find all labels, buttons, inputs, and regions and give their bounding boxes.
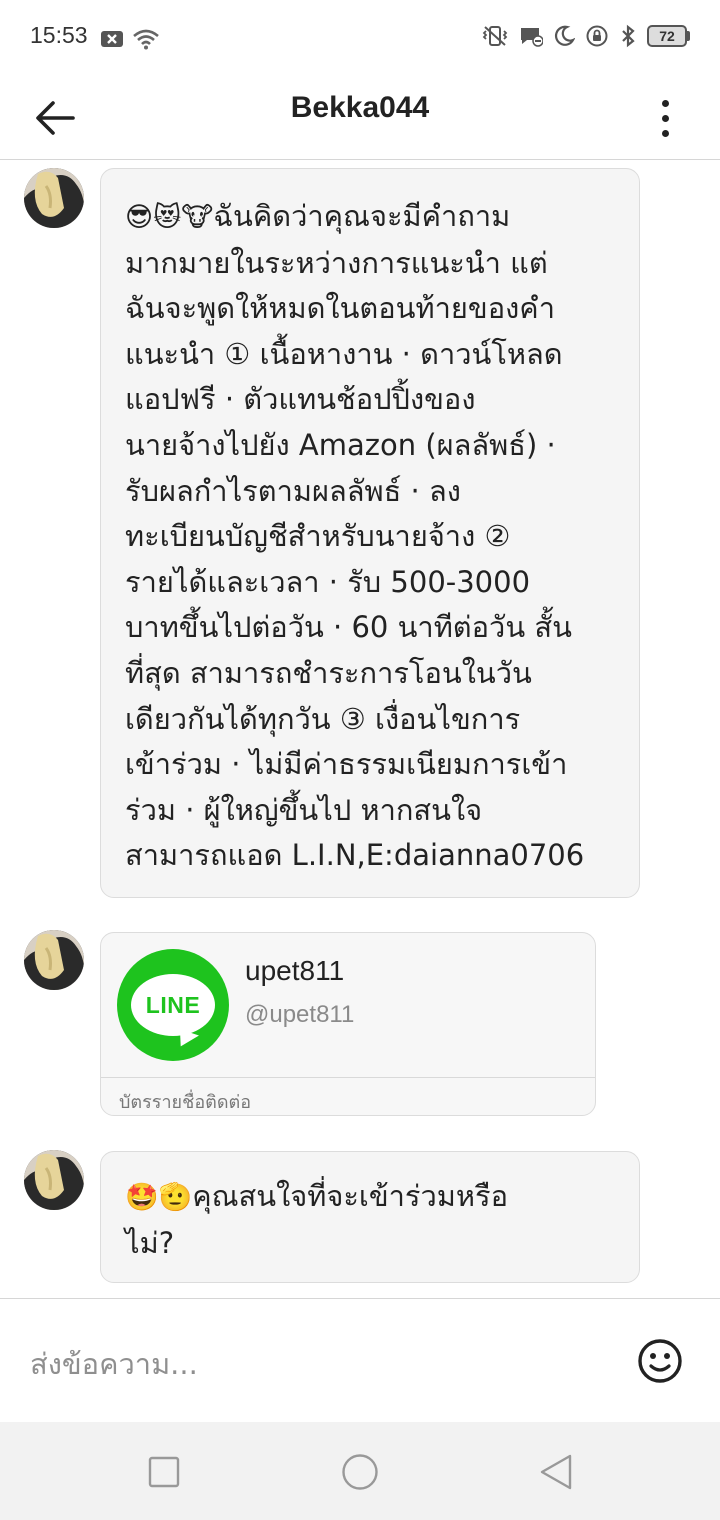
vibrate-icon: [482, 26, 508, 46]
line-logo-text: LINE: [145, 991, 201, 1018]
divider: [101, 1077, 595, 1078]
line-logo-bubble: LINE: [131, 974, 215, 1036]
bluetooth-icon: [622, 24, 635, 48]
avatar-image: [24, 930, 84, 990]
contact-card-footer: บัตรรายชื่อติดต่อ: [119, 1092, 252, 1113]
smiley-icon: [638, 1339, 682, 1383]
chat-header: Bekka044: [0, 78, 720, 160]
avatar[interactable]: [24, 1150, 84, 1210]
nav-home-button[interactable]: [340, 1452, 380, 1492]
wifi-icon: [133, 29, 159, 50]
line-logo-icon: LINE: [117, 949, 229, 1061]
message-body: ฉันคิดว่าคุณจะมีคำถาม มากมายในระหว่างการ…: [125, 199, 585, 873]
status-time: 15:53: [30, 22, 88, 48]
lock-rotation-icon: [586, 25, 608, 47]
moon-icon: [555, 25, 575, 46]
avatar-image: [24, 168, 84, 228]
message-emojis: 🤩🫡: [125, 1182, 193, 1213]
message-text: 😎😻🐮ฉันคิดว่าคุณจะมีคำถาม มากมายในระหว่าง…: [125, 194, 615, 879]
contact-card[interactable]: LINE upet811 @upet811 บัตรรายชื่อติดต่อ: [100, 932, 596, 1116]
circle-icon: [342, 1454, 378, 1490]
battery-level: 72: [647, 25, 687, 47]
chat-off-icon: [521, 28, 543, 47]
chat-title: Bekka044: [290, 91, 430, 124]
message-bubble: 🤩🫡คุณสนใจที่จะเข้าร่วมหรือ ไม่?: [100, 1151, 640, 1283]
avatar[interactable]: [24, 930, 84, 990]
triangle-back-icon: [540, 1454, 572, 1490]
contact-handle: @upet811: [245, 1001, 355, 1028]
square-icon: [148, 1456, 180, 1488]
avatar[interactable]: [24, 168, 84, 228]
notification-x-icon: [101, 31, 123, 47]
battery-nub: [687, 31, 690, 41]
message-input[interactable]: [30, 1339, 590, 1389]
status-right-icons: 72: [481, 24, 690, 48]
nav-recents-button[interactable]: [144, 1452, 184, 1492]
more-options-button[interactable]: [650, 88, 680, 148]
system-nav-bar: [0, 1422, 720, 1520]
battery: 72: [647, 25, 690, 47]
message-composer: [0, 1298, 720, 1422]
status-left-icons: [100, 28, 160, 50]
message-emojis: 😎😻🐮: [125, 202, 214, 233]
more-dot: [661, 114, 669, 122]
nav-back-button[interactable]: [536, 1452, 576, 1492]
status-bar: 15:53 72: [0, 0, 720, 78]
more-dot: [661, 129, 669, 137]
message-text: 🤩🫡คุณสนใจที่จะเข้าร่วมหรือ ไม่?: [125, 1174, 615, 1266]
emoji-button[interactable]: [636, 1337, 684, 1385]
avatar-image: [24, 1150, 84, 1210]
more-vertical-icon: [661, 99, 669, 107]
message-bubble: 😎😻🐮ฉันคิดว่าคุณจะมีคำถาม มากมายในระหว่าง…: [100, 168, 640, 898]
contact-name: upet811: [245, 955, 345, 986]
